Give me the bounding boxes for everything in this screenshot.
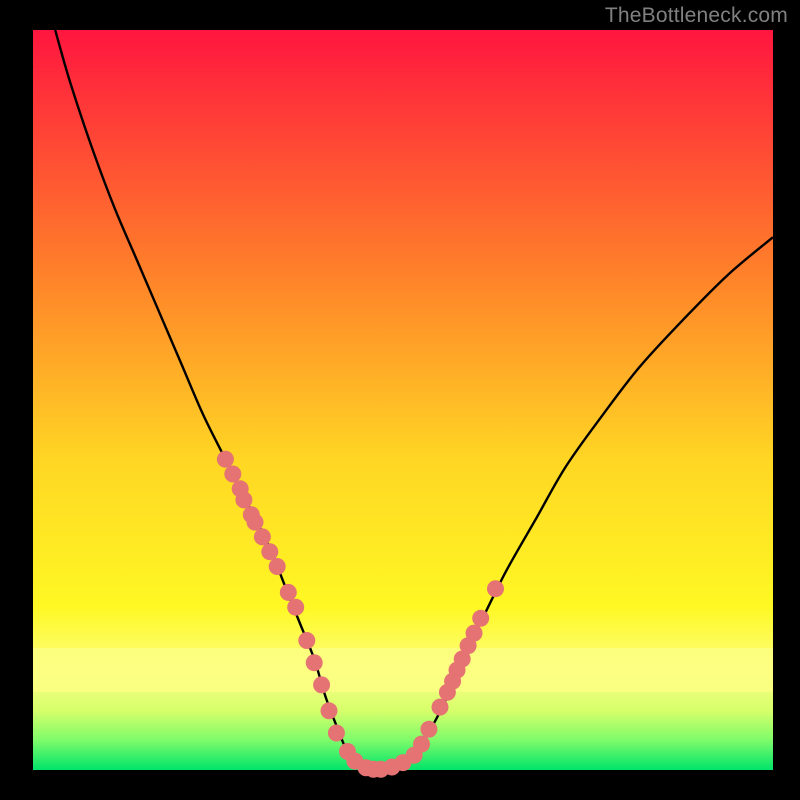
highlight-dot xyxy=(313,676,330,693)
highlight-dot xyxy=(420,721,437,738)
highlight-dot xyxy=(269,558,286,575)
highlight-dot xyxy=(287,599,304,616)
chart-frame: TheBottleneck.com xyxy=(0,0,800,800)
highlight-dot xyxy=(254,528,271,545)
highlight-dot xyxy=(224,466,241,483)
near-optimal-band xyxy=(33,648,773,692)
highlight-dot xyxy=(217,451,234,468)
highlight-dot xyxy=(306,654,323,671)
highlight-dot xyxy=(466,625,483,642)
highlight-dot xyxy=(321,702,338,719)
watermark-text: TheBottleneck.com xyxy=(605,4,788,28)
highlight-dot xyxy=(298,632,315,649)
highlight-dot xyxy=(432,699,449,716)
highlight-dot xyxy=(413,736,430,753)
bottleneck-chart xyxy=(0,0,800,800)
highlight-dot xyxy=(261,543,278,560)
highlight-dot xyxy=(487,580,504,597)
highlight-dot xyxy=(280,584,297,601)
highlight-dot xyxy=(472,610,489,627)
highlight-dot xyxy=(247,514,264,531)
highlight-dot xyxy=(328,725,345,742)
highlight-dot xyxy=(235,491,252,508)
